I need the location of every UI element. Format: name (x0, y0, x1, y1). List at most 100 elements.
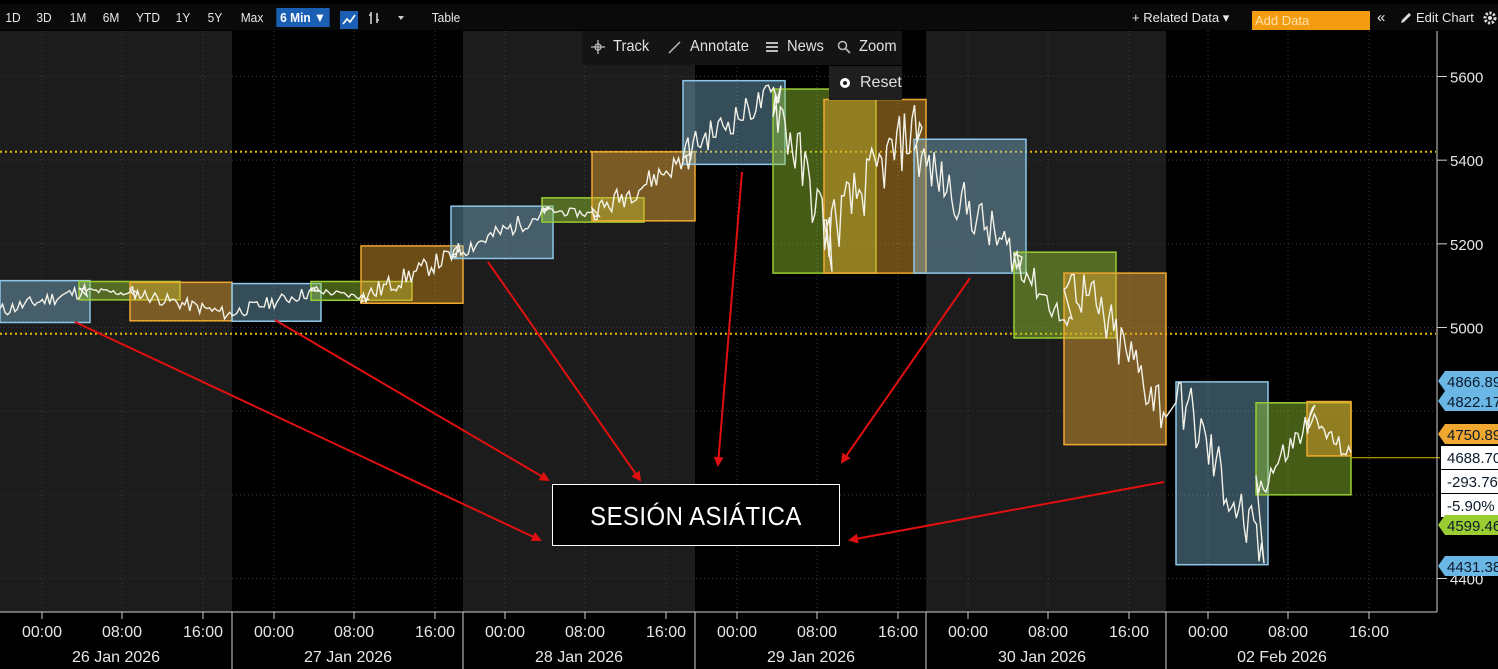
range-5y[interactable]: 5Y (205, 8, 225, 27)
session-box-europe (541, 197, 645, 223)
x-tick-label: 08:00 (1028, 624, 1068, 641)
x-date-label: 26 Jan 2026 (72, 649, 160, 666)
session-box-europe (1013, 251, 1117, 339)
price-tag-label: -293.76 (1447, 474, 1498, 491)
session-box-europe (78, 280, 181, 301)
day-band (0, 31, 232, 612)
x-date-label: 29 Jan 2026 (767, 649, 855, 666)
x-tick-label: 08:00 (797, 624, 837, 641)
reset-button[interactable]: Reset (829, 66, 902, 100)
price-tag-bg (1441, 446, 1498, 469)
x-date-label: 30 Jan 2026 (998, 649, 1086, 666)
x-tick-label: 00:00 (1188, 624, 1228, 641)
reset-icon (840, 78, 850, 88)
range-3d[interactable]: 3D (34, 8, 54, 27)
session-box-america (823, 98, 927, 274)
add-data-input[interactable]: Add Data (1252, 11, 1370, 30)
y-tick-label: 5400 (1450, 153, 1483, 170)
annotation-arrow (274, 319, 550, 482)
day-band (1166, 31, 1436, 612)
x-tick-label: 00:00 (948, 624, 988, 641)
y-tick-label: 5000 (1450, 321, 1483, 338)
x-tick-label: 08:00 (334, 624, 374, 641)
price-tag-label: 4431.38 (1447, 559, 1498, 576)
y-tick-label: 5200 (1450, 237, 1483, 254)
range-1d[interactable]: 1D (3, 8, 23, 27)
x-tick-label: 16:00 (183, 624, 223, 641)
x-tick-label: 00:00 (22, 624, 62, 641)
price-tag-label: 4750.89 (1447, 427, 1498, 444)
price-chart: 4400 5000 5200 5400 5600 00:00 08:00 16:00 00:0… (0, 31, 1498, 669)
x-tick-label: 16:00 (646, 624, 686, 641)
annotation-arrow (848, 481, 1165, 544)
annotate-button[interactable]: Annotate (690, 38, 749, 56)
session-box-europe (310, 280, 413, 302)
y-tick-label: 4400 (1450, 572, 1483, 589)
search-icon[interactable] (837, 40, 851, 54)
session-box-america (1063, 272, 1167, 446)
reset-label: Reset (860, 74, 902, 91)
x-tick-label: 08:00 (565, 624, 605, 641)
session-box-america (129, 281, 233, 322)
x-tick-label: 16:00 (1349, 624, 1389, 641)
related-data-button[interactable]: + Related Data ▾ (1132, 8, 1229, 27)
x-date-label: 27 Jan 2026 (304, 649, 392, 666)
range-1y[interactable]: 1Y (173, 8, 193, 27)
table-button[interactable]: Table (426, 8, 466, 27)
price-tag-bg (1441, 494, 1498, 517)
crosshair-icon[interactable] (591, 40, 605, 54)
day-band (232, 31, 463, 612)
price-tag-label: 4688.70 (1447, 450, 1498, 467)
line-chart-icon[interactable] (340, 11, 358, 29)
price-tag-bg (1438, 371, 1498, 391)
range-1m[interactable]: 1M (67, 8, 89, 27)
annotation-arrow (713, 171, 743, 467)
price-tag-bg (1438, 556, 1498, 576)
news-icon[interactable] (765, 40, 779, 54)
session-box-america (360, 245, 464, 304)
session-box-asia (450, 205, 554, 260)
chart-tools-bar: Track Annotate News Zoom (582, 31, 902, 65)
price-tag-bg (1438, 391, 1498, 411)
session-box-asia (1175, 381, 1269, 566)
session-box-america (1306, 400, 1352, 457)
x-tick-label: 16:00 (1109, 624, 1149, 641)
bar-chart-icon[interactable] (366, 10, 382, 26)
pencil-icon[interactable] (1398, 10, 1414, 26)
session-box-america (591, 151, 696, 222)
range-max[interactable]: Max (237, 8, 266, 27)
gear-icon[interactable] (1482, 10, 1498, 26)
price-tag-label: -5.90% (1447, 498, 1495, 515)
x-tick-label: 16:00 (878, 624, 918, 641)
price-tag-label: 4866.89 (1447, 374, 1498, 391)
zoom-button[interactable]: Zoom (859, 38, 897, 56)
session-box-asia (0, 279, 91, 324)
annotation-arrow (487, 261, 642, 482)
collapse-button[interactable]: « (1377, 8, 1385, 27)
x-tick-label: 00:00 (254, 624, 294, 641)
session-box-asia (913, 138, 1027, 274)
x-tick-label: 16:00 (415, 624, 455, 641)
range-6m[interactable]: 6M (100, 8, 122, 27)
annotation-arrow (74, 321, 542, 542)
interval-select[interactable]: 6 Min ▼ (276, 8, 330, 27)
range-ytd[interactable]: YTD (133, 8, 162, 27)
session-box-europe (1255, 402, 1352, 496)
news-button[interactable]: News (787, 38, 824, 56)
track-button[interactable]: Track (613, 38, 649, 56)
session-box-asia (231, 282, 322, 322)
chart-toolbar: 1D 3D 1M 6M YTD 1Y 5Y Max 6 Min ▼ Table … (0, 4, 1498, 30)
x-tick-label: 08:00 (1268, 624, 1308, 641)
session-box-asia (682, 79, 786, 166)
day-band (926, 31, 1166, 612)
chevron-down-icon[interactable] (396, 13, 406, 23)
asian-session-callout: SESIÓN ASIÁTICA (552, 484, 840, 546)
annotate-icon[interactable] (668, 40, 682, 54)
price-tag-label: 4822.17 (1447, 394, 1498, 411)
x-tick-label: 08:00 (102, 624, 142, 641)
session-box-europe (772, 88, 877, 274)
edit-chart-button[interactable]: Edit Chart (1416, 8, 1474, 27)
annotation-arrow (840, 277, 971, 464)
x-tick-label: 00:00 (485, 624, 525, 641)
price-tag-bg (1438, 515, 1498, 535)
